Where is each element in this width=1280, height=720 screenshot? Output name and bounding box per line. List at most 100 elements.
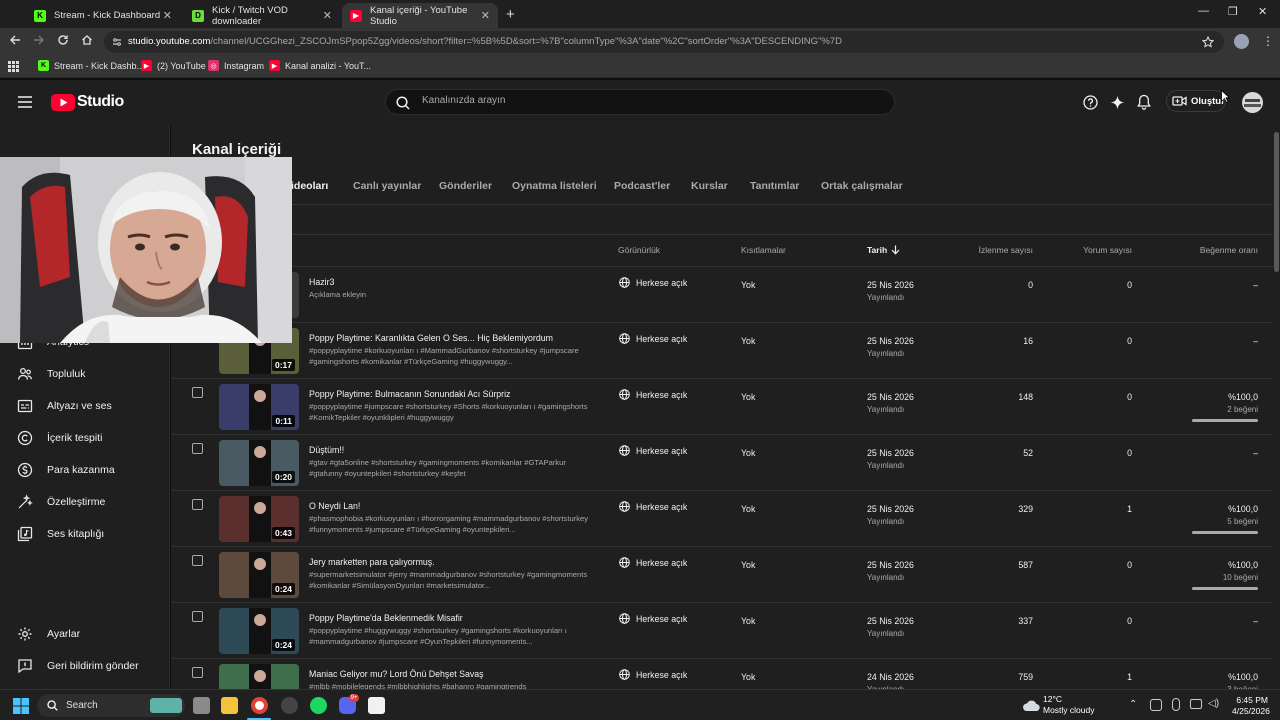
sidebar-item-settings[interactable]: Ayarlar bbox=[0, 621, 170, 647]
tray-chevron-up-icon[interactable]: ⌃ bbox=[1129, 699, 1137, 710]
more-menu-icon[interactable]: ⋮ bbox=[1262, 34, 1274, 48]
visibility-cell[interactable]: Herkese açık bbox=[619, 613, 687, 624]
file-explorer-icon[interactable] bbox=[221, 697, 238, 714]
tray-app-icon[interactable] bbox=[1150, 699, 1162, 711]
tray-clock[interactable]: 6:45 PM 4/25/2026 bbox=[1232, 695, 1270, 717]
capcut-icon[interactable] bbox=[368, 697, 385, 714]
video-title[interactable]: Düştüm!! bbox=[309, 445, 344, 455]
row-checkbox[interactable] bbox=[192, 611, 203, 622]
video-row[interactable]: 0:20 Düştüm!! #gtav #gta5online #shortstur… bbox=[171, 434, 1273, 490]
studio-logo[interactable]: Studio bbox=[51, 93, 124, 111]
sidebar-item-feedback[interactable]: Geri bildirim gönder bbox=[0, 653, 170, 679]
browser-tab-vod-downloader[interactable]: D Kick / Twitch VOD downloader ✕ bbox=[184, 3, 340, 28]
column-header-views[interactable]: İzlenme sayısı bbox=[979, 245, 1033, 255]
taskbar-search[interactable]: Search bbox=[37, 694, 185, 717]
tab-videos[interactable]: ideoları bbox=[291, 180, 328, 192]
column-header-visibility[interactable]: Görünürlük bbox=[618, 245, 660, 255]
reload-icon[interactable] bbox=[57, 34, 69, 46]
hamburger-menu-icon[interactable] bbox=[18, 96, 32, 108]
video-thumbnail[interactable]: 0:24 bbox=[219, 608, 299, 654]
bookmark-star-icon[interactable] bbox=[1202, 36, 1214, 48]
back-icon[interactable] bbox=[9, 34, 21, 46]
tab-posts[interactable]: Gönderiler bbox=[439, 180, 492, 192]
bookmark-channel-analytics[interactable]: ▶ Kanal analizi - YouT... bbox=[269, 60, 371, 71]
task-view-icon[interactable] bbox=[193, 697, 210, 714]
scrollbar-thumb[interactable] bbox=[1274, 132, 1279, 272]
sidebar-item-customization[interactable]: Özelleştirme bbox=[0, 489, 170, 515]
video-title[interactable]: Poppy Playtime'da Beklenmedik Misafir bbox=[309, 613, 463, 623]
video-row[interactable]: 0:24 Poppy Playtime'da Beklenmedik Misafi… bbox=[171, 602, 1273, 658]
row-checkbox[interactable] bbox=[192, 555, 203, 566]
channel-avatar[interactable] bbox=[1242, 92, 1263, 113]
video-title[interactable]: Hazir3 bbox=[309, 277, 334, 287]
windows-start-icon[interactable] bbox=[13, 698, 29, 714]
volume-icon[interactable]: ◁) bbox=[1208, 698, 1219, 709]
obs-icon[interactable] bbox=[281, 697, 298, 714]
site-info-icon[interactable] bbox=[112, 37, 122, 47]
help-icon[interactable] bbox=[1083, 95, 1098, 110]
window-close-icon[interactable]: ✕ bbox=[1258, 5, 1267, 18]
page-scrollbar[interactable] bbox=[1273, 124, 1280, 689]
video-thumbnail[interactable]: 0:43 bbox=[219, 496, 299, 542]
video-row[interactable]: Hazir3 Açıklama ekleyin Herkese açık Yok 25 … bbox=[171, 266, 1273, 322]
video-row[interactable]: 0:17 Poppy Playtime: Karanlıkta Gelen O S… bbox=[171, 322, 1273, 378]
video-thumbnail[interactable]: 0:11 bbox=[219, 384, 299, 430]
chrome-icon[interactable] bbox=[251, 697, 268, 714]
sidebar-item-community[interactable]: Topluluk bbox=[0, 361, 170, 387]
address-bar[interactable]: studio.youtube.com/channel/UCGGhezi_ZSCO… bbox=[104, 31, 1224, 53]
visibility-cell[interactable]: Herkese açık bbox=[619, 389, 687, 400]
sidebar-item-monetization[interactable]: Para kazanma bbox=[0, 457, 170, 483]
tab-live[interactable]: Canlı yayınlar bbox=[353, 180, 421, 192]
video-thumbnail[interactable]: 0:24 bbox=[219, 552, 299, 598]
minimize-icon[interactable]: — bbox=[1198, 5, 1209, 17]
tab-promotions[interactable]: Tanıtımlar bbox=[750, 180, 799, 192]
video-title[interactable]: Poppy Playtime: Karanlıkta Gelen O Ses..… bbox=[309, 333, 553, 343]
tab-playlists[interactable]: Oynatma listeleri bbox=[512, 180, 597, 192]
sparkle-ai-icon[interactable] bbox=[1110, 95, 1125, 110]
home-icon[interactable] bbox=[81, 34, 93, 46]
column-header-date[interactable]: Tarih bbox=[867, 245, 900, 255]
search-input[interactable] bbox=[422, 95, 862, 106]
visibility-cell[interactable]: Herkese açık bbox=[619, 557, 687, 568]
spotify-icon[interactable] bbox=[310, 697, 327, 714]
restore-icon[interactable]: ❐ bbox=[1228, 5, 1238, 18]
close-icon[interactable]: ✕ bbox=[323, 9, 332, 22]
visibility-cell[interactable]: Herkese açık bbox=[619, 333, 687, 344]
column-header-comments[interactable]: Yorum sayısı bbox=[1083, 245, 1132, 255]
video-title[interactable]: Poppy Playtime: Bulmacanın Sonundaki Acı… bbox=[309, 389, 510, 399]
browser-tab-youtube-studio[interactable]: ▶ Kanal içeriği - YouTube Studio ✕ bbox=[342, 3, 498, 28]
column-header-likes[interactable]: Beğenme oranı bbox=[1200, 245, 1258, 255]
bookmark-kick-dashboard[interactable]: K Stream - Kick Dashb... bbox=[38, 60, 144, 71]
tab-collaborations[interactable]: Ortak çalışmalar bbox=[821, 180, 903, 192]
sidebar-item-subtitles[interactable]: Altyazı ve ses bbox=[0, 393, 170, 419]
browser-tab-kick-dashboard[interactable]: K Stream - Kick Dashboard ✕ bbox=[26, 3, 180, 28]
visibility-cell[interactable]: Herkese açık bbox=[619, 501, 687, 512]
bookmark-youtube[interactable]: ▶ (2) YouTube bbox=[141, 60, 206, 71]
visibility-cell[interactable]: Herkese açık bbox=[619, 669, 687, 680]
close-icon[interactable]: ✕ bbox=[481, 9, 490, 22]
row-checkbox[interactable] bbox=[192, 667, 203, 678]
channel-search-box[interactable] bbox=[385, 89, 895, 115]
notifications-bell-icon[interactable] bbox=[1137, 94, 1151, 110]
network-icon[interactable] bbox=[1190, 699, 1202, 709]
row-checkbox[interactable] bbox=[192, 387, 203, 398]
microphone-icon[interactable] bbox=[1172, 698, 1180, 711]
video-row[interactable]: 0:11 Poppy Playtime: Bulmacanın Sonundaki… bbox=[171, 378, 1273, 434]
row-checkbox[interactable] bbox=[192, 499, 203, 510]
video-row[interactable]: 0:43 O Neydi Lan! #phasmophobia #korkuoyun… bbox=[171, 490, 1273, 546]
video-thumbnail[interactable]: 0:20 bbox=[219, 440, 299, 486]
bookmark-instagram[interactable]: ◎ Instagram bbox=[208, 60, 264, 71]
visibility-cell[interactable]: Herkese açık bbox=[619, 445, 687, 456]
sidebar-item-audio-library[interactable]: Ses kitaplığı bbox=[0, 521, 170, 547]
visibility-cell[interactable]: Herkese açık bbox=[619, 277, 687, 288]
video-row[interactable]: 0:24 Jery marketten para çalıyormuş. #supe… bbox=[171, 546, 1273, 602]
create-button[interactable]: Oluştur bbox=[1166, 90, 1226, 112]
apps-grid-icon[interactable] bbox=[8, 61, 19, 72]
forward-icon[interactable] bbox=[33, 34, 45, 46]
close-icon[interactable]: ✕ bbox=[163, 9, 172, 22]
video-title[interactable]: O Neydi Lan! bbox=[309, 501, 360, 511]
column-header-restrictions[interactable]: Kısıtlamalar bbox=[741, 245, 786, 255]
profile-avatar[interactable] bbox=[1234, 34, 1249, 49]
weather-widget[interactable]: 12°C Mostly cloudy bbox=[1022, 694, 1095, 716]
video-title[interactable]: Maniac Geliyor mu? Lord Önü Dehşet Savaş bbox=[309, 669, 484, 679]
